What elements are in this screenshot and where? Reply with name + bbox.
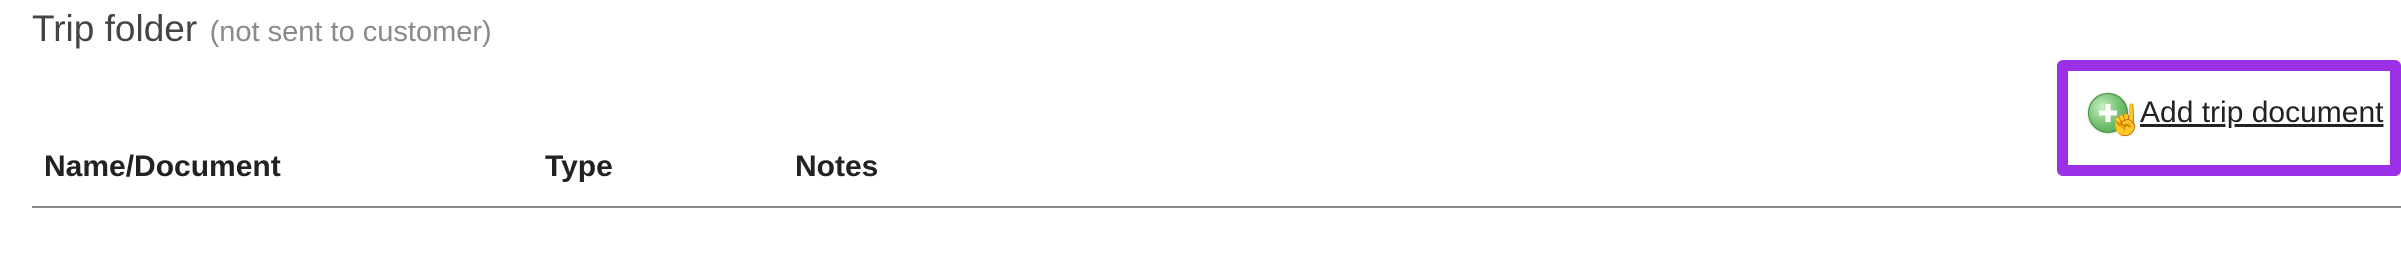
section-title-text: Trip folder: [32, 8, 198, 49]
column-header-name-document: Name/Document: [44, 150, 281, 183]
add-trip-document-link[interactable]: Add trip document: [2140, 96, 2383, 130]
trip-folder-section: Trip folder (not sent to customer) ☝ Add…: [0, 0, 2401, 255]
section-subtitle: (not sent to customer): [209, 16, 492, 48]
section-title: Trip folder (not sent to customer): [32, 8, 492, 50]
column-header-notes: Notes: [795, 150, 879, 183]
hand-pointer-icon: ☝: [2107, 104, 2145, 137]
column-header-type: Type: [545, 150, 613, 183]
add-trip-document-button[interactable]: ☝ Add trip document: [2088, 93, 2383, 136]
table-header: Name/Document Type Notes: [32, 150, 2401, 208]
add-circle-icon[interactable]: ☝: [2088, 93, 2144, 136]
